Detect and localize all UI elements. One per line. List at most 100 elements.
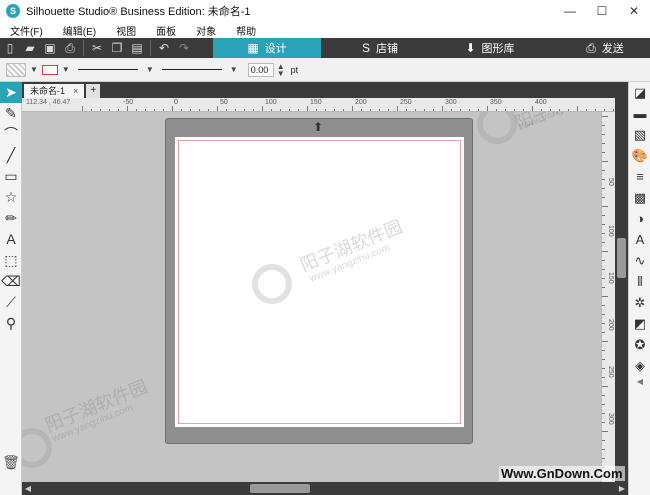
chevron-down-icon[interactable]: ◀ bbox=[629, 376, 650, 388]
spinner-icon[interactable]: ▲ ▼ bbox=[277, 62, 285, 77]
design-canvas[interactable]: ⬆ 阳子湖软件园 www.yangzihu.com 阳子湖软件园 www.yan… bbox=[22, 112, 601, 482]
chevron-down-icon[interactable]: ▼ bbox=[146, 65, 154, 74]
trace-icon[interactable]: ◈ bbox=[629, 355, 650, 376]
ruler-tick bbox=[602, 458, 605, 459]
tab-store-label: 店铺 bbox=[376, 43, 398, 55]
cut-border bbox=[178, 140, 461, 424]
ruler-tick bbox=[602, 440, 605, 441]
print-cut-icon[interactable]: ▧ bbox=[629, 124, 650, 145]
chevron-down-icon[interactable]: ▼ bbox=[230, 65, 238, 74]
ruler-tick bbox=[602, 224, 605, 225]
chevron-down-icon[interactable]: ▼ bbox=[30, 65, 38, 74]
ruler-tick bbox=[602, 188, 605, 189]
close-icon[interactable]: × bbox=[73, 84, 78, 98]
line-width-input[interactable]: 0.00 bbox=[247, 62, 274, 77]
ruler-tick bbox=[602, 233, 605, 234]
replicate-icon[interactable]: ✲ bbox=[629, 292, 650, 313]
fill-icon[interactable]: ⬚ bbox=[0, 250, 22, 271]
cut-settings-icon[interactable]: ▬ bbox=[629, 103, 650, 124]
watermark-url: www.yangzihu.com bbox=[51, 402, 135, 445]
vertical-scrollbar[interactable] bbox=[615, 98, 628, 482]
undo-icon[interactable]: ↶ bbox=[154, 38, 174, 58]
save-icon[interactable]: ▣ bbox=[40, 38, 60, 58]
palette-icon[interactable]: 🎨 bbox=[629, 145, 650, 166]
ruler-tick bbox=[602, 260, 605, 261]
align-icon[interactable]: ⫴ bbox=[629, 271, 650, 292]
add-tab-button[interactable]: + bbox=[86, 84, 101, 98]
scroll-thumb[interactable] bbox=[250, 484, 310, 493]
eyedropper-icon[interactable]: ⚲ bbox=[0, 313, 22, 334]
star-icon[interactable]: ☆ bbox=[0, 187, 22, 208]
line-style-icon[interactable]: ≡ bbox=[629, 166, 650, 187]
menu-object[interactable]: 对象 bbox=[186, 23, 226, 38]
copy-icon[interactable]: ❐ bbox=[107, 38, 127, 58]
ruler-tick bbox=[602, 143, 605, 144]
ruler-tick bbox=[602, 449, 605, 450]
tab-store[interactable]: S 店铺 bbox=[330, 38, 430, 58]
tab-design[interactable]: ▦ 设计 bbox=[213, 38, 321, 58]
print-icon[interactable]: ⎙ bbox=[60, 38, 80, 58]
curve-icon[interactable]: ⌒ bbox=[0, 124, 22, 145]
pencil-icon[interactable]: ✏ bbox=[0, 208, 22, 229]
close-button[interactable]: ✕ bbox=[618, 0, 650, 22]
point-edit-icon[interactable]: ✎ bbox=[0, 103, 22, 124]
grid-icon: ▦ bbox=[247, 41, 259, 55]
design-page[interactable] bbox=[175, 137, 464, 427]
menu-panel[interactable]: 面板 bbox=[146, 23, 186, 38]
ruler-tick bbox=[602, 152, 605, 153]
rectangle-icon[interactable]: ▭ bbox=[0, 166, 22, 187]
watermark-url: www.yangzihu.com bbox=[518, 112, 601, 133]
open-folder-icon[interactable]: ▰ bbox=[20, 38, 40, 58]
chevron-down-icon[interactable]: ▼ bbox=[62, 65, 70, 74]
select-arrow-icon[interactable]: ➤ bbox=[0, 82, 22, 103]
tab-design-label: 设计 bbox=[264, 43, 287, 55]
minimize-button[interactable]: — bbox=[554, 0, 586, 22]
tab-send[interactable]: ⎙ 发送 bbox=[560, 38, 650, 58]
app-logo: S bbox=[6, 4, 20, 18]
ruler-tick bbox=[602, 350, 605, 351]
ruler-tick bbox=[602, 395, 605, 396]
scroll-left-icon[interactable]: ◀ bbox=[22, 482, 34, 495]
line-style-sample[interactable] bbox=[77, 69, 138, 70]
scroll-right-icon[interactable]: ▶ bbox=[616, 482, 628, 495]
ruler-tick bbox=[602, 125, 605, 126]
redo-icon[interactable]: ↷ bbox=[174, 38, 194, 58]
paste-icon[interactable]: ▤ bbox=[127, 38, 147, 58]
line-color-swatch[interactable] bbox=[41, 64, 58, 75]
new-file-icon[interactable]: ▯ bbox=[0, 38, 20, 58]
ruler-tick bbox=[602, 278, 605, 279]
fill-panel-icon[interactable]: ▩ bbox=[629, 187, 650, 208]
document-tab[interactable]: 未命名-1 × bbox=[24, 84, 85, 98]
ruler-tick bbox=[602, 377, 605, 378]
document-tab-label: 未命名-1 bbox=[30, 86, 66, 96]
trash-icon[interactable]: 🗑 bbox=[0, 452, 22, 473]
maximize-button[interactable]: ☐ bbox=[586, 0, 618, 22]
text-style-icon[interactable]: A bbox=[629, 229, 650, 250]
menu-file[interactable]: 文件(F) bbox=[0, 23, 53, 38]
line-join-sample[interactable] bbox=[161, 69, 222, 70]
text-path-icon[interactable]: ∿ bbox=[629, 250, 650, 271]
menu-help[interactable]: 帮助 bbox=[226, 23, 266, 38]
contrast-icon[interactable]: ◑ bbox=[629, 208, 650, 229]
ruler-tick bbox=[602, 161, 608, 162]
window-controls: — ☐ ✕ bbox=[554, 0, 650, 22]
eraser-icon[interactable]: ⌫ bbox=[0, 271, 22, 292]
ruler-tick bbox=[602, 305, 605, 306]
modify-icon[interactable]: ◩ bbox=[629, 313, 650, 334]
knife-icon[interactable]: ⟋ bbox=[0, 292, 22, 313]
menu-edit[interactable]: 编辑(E) bbox=[53, 23, 106, 38]
tab-library[interactable]: ⬇ 图形库 bbox=[440, 38, 540, 58]
watermark-logo bbox=[252, 264, 292, 304]
ruler-label: 50 bbox=[607, 178, 614, 186]
window-title: Silhouette Studio® Business Edition: 未命名… bbox=[26, 6, 251, 18]
menu-view[interactable]: 视图 bbox=[106, 23, 146, 38]
scroll-thumb[interactable] bbox=[617, 238, 626, 278]
fill-pattern-swatch[interactable] bbox=[6, 62, 26, 77]
offset-star-icon[interactable]: ✪ bbox=[629, 334, 650, 355]
page-setup-icon[interactable]: ◪ bbox=[629, 82, 650, 103]
line-icon[interactable]: ╱ bbox=[0, 145, 22, 166]
horizontal-scrollbar[interactable]: ◀ ▶ bbox=[22, 482, 628, 495]
text-icon[interactable]: A bbox=[0, 229, 22, 250]
ruler-label: 400 bbox=[535, 99, 547, 106]
cut-icon[interactable]: ✂ bbox=[87, 38, 107, 58]
